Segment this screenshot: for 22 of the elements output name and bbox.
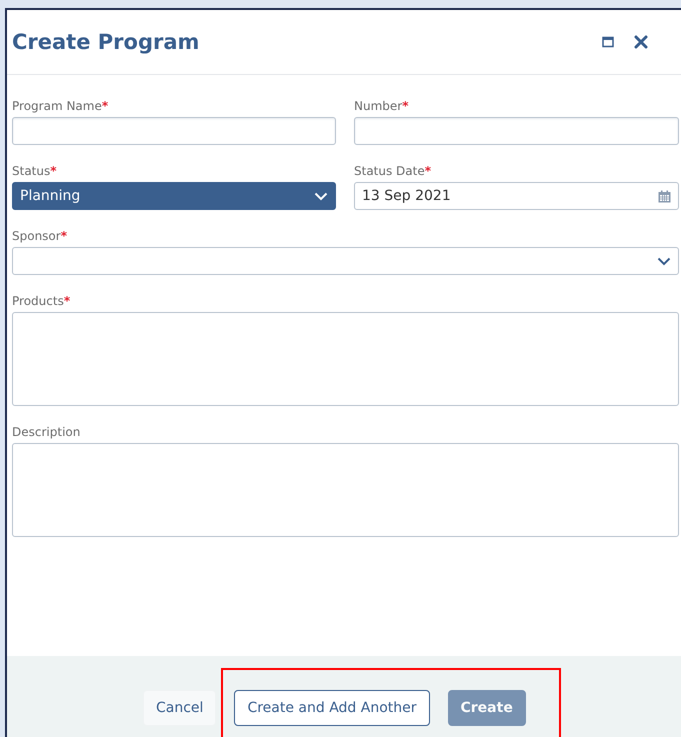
field-label: Sponsor* [12,228,68,244]
create-another-button[interactable]: Create and Add Another [234,690,430,726]
field-label: Number* [354,98,410,114]
text-input-field[interactable] [354,117,679,145]
dropdown-field[interactable]: Planning [12,182,336,210]
field-label: Description [12,424,82,440]
cancel-button[interactable]: Cancel [143,690,216,726]
text-area-field[interactable] [12,312,679,406]
chevron-down-icon [314,192,328,200]
chevron-down-icon [657,256,671,266]
date-field[interactable]: 13 Sep 2021 [354,182,679,210]
close-icon[interactable] [634,35,648,49]
calendar-icon[interactable] [658,190,671,202]
dropdown-field[interactable] [12,247,679,275]
field-label: Products* [12,293,72,309]
text-area-field[interactable] [12,443,679,537]
maximize-icon[interactable] [602,36,614,48]
text-input-field[interactable] [12,117,336,145]
dialog-title: Create Program [12,30,200,54]
field-label: Status* [12,163,58,179]
field-label: Program Name* [12,98,110,114]
field-label: Status Date* [354,163,432,179]
